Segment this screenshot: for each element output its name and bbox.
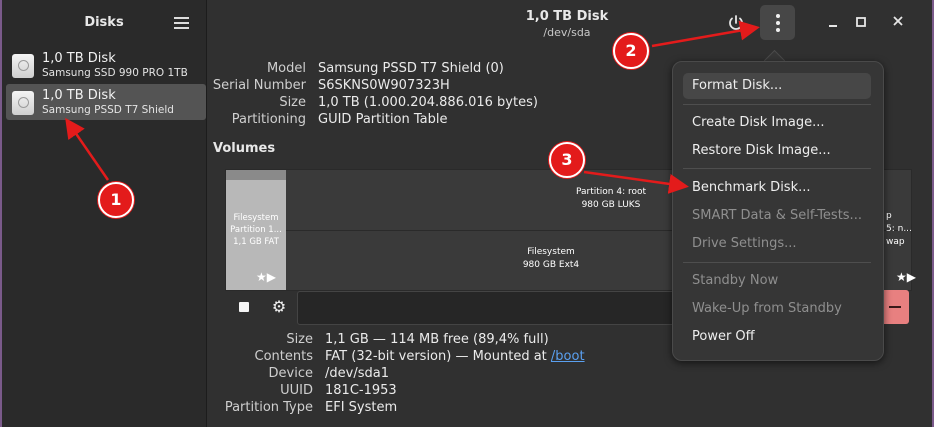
annotation-marker: 3 <box>549 142 585 178</box>
annotation-arrow <box>583 170 689 194</box>
annotation-arrow <box>65 117 110 181</box>
annotation-marker: 2 <box>613 33 649 69</box>
annotation-arrows <box>65 20 760 194</box>
annotation-marker: 1 <box>98 182 134 218</box>
annotation-arrow <box>651 20 760 48</box>
